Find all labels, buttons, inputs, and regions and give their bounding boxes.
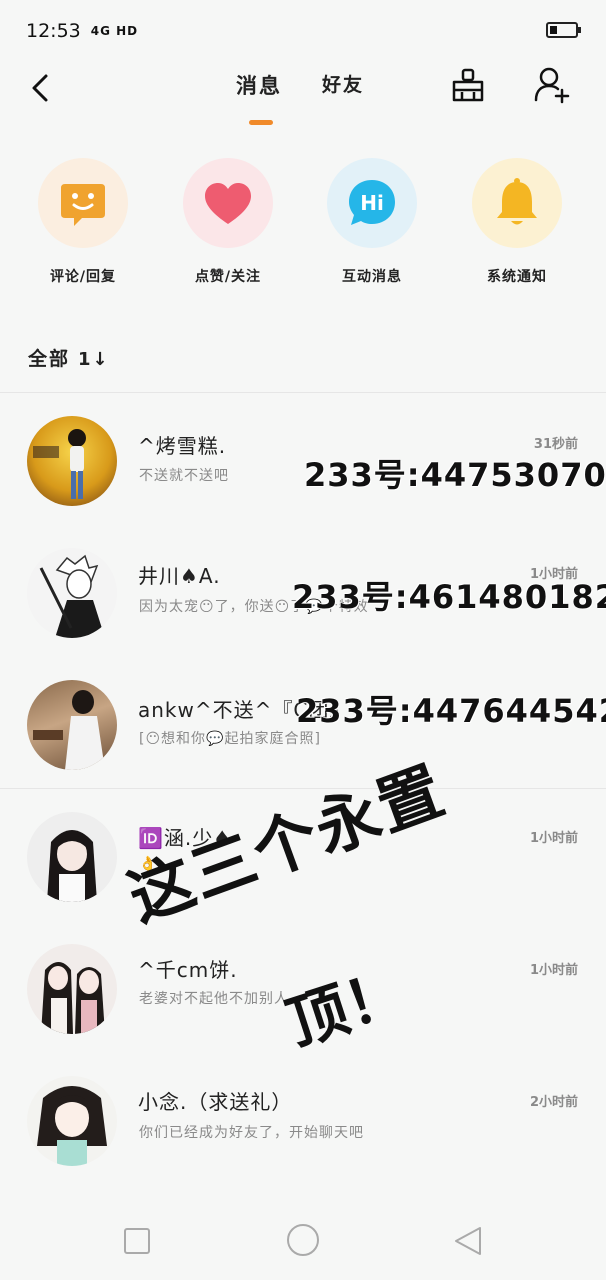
message-time: 1小时前 — [529, 963, 578, 978]
tab-messages[interactable]: 消息 — [236, 70, 282, 100]
battery-icon — [546, 22, 581, 38]
hi-icon: Hi — [327, 158, 417, 248]
message-preview: 老婆对不起他不加别人 — [139, 991, 289, 1007]
system-nav-bar — [0, 1198, 606, 1280]
svg-text:Hi: Hi — [360, 191, 384, 215]
shortcut-comments[interactable]: 评论/回复 — [23, 158, 143, 286]
avatar — [27, 944, 117, 1034]
chevron-left-icon — [32, 74, 48, 102]
tab-friends[interactable]: 好友 — [322, 70, 364, 97]
avatar — [27, 548, 117, 638]
shortcut-likes[interactable]: 点赞/关注 — [168, 158, 288, 286]
message-preview: 你们已经成为好友了，开始聊天吧 — [139, 1125, 364, 1141]
shortcut-label: 系统通知 — [487, 269, 547, 285]
add-friend-button[interactable] — [532, 64, 572, 106]
home-button[interactable] — [287, 1224, 319, 1256]
contact-name: ^千cm饼. — [138, 958, 238, 982]
recent-apps-button[interactable] — [124, 1228, 150, 1254]
add-user-icon — [534, 67, 570, 104]
message-preview: 不送就不送吧 — [139, 468, 229, 484]
shortcut-interactions[interactable]: Hi 互动消息 — [312, 158, 432, 286]
shortcut-system[interactable]: 系统通知 — [457, 158, 577, 286]
contact-name: ^烤雪糕. — [138, 434, 227, 458]
filter-all-button[interactable]: 全部 1↓ — [28, 344, 110, 371]
comment-icon — [38, 158, 128, 248]
overlay-id-text: 233号:461480182 — [292, 578, 606, 616]
signal-icon: 4G HD — [90, 24, 139, 38]
overlay-id-text: 233号:447530709 — [304, 456, 606, 494]
status-time: 12:53 — [26, 20, 81, 42]
clear-unread-button[interactable] — [448, 66, 488, 106]
bell-icon — [472, 158, 562, 248]
message-time: 2小时前 — [529, 1095, 578, 1110]
shortcut-label: 评论/回复 — [49, 269, 117, 285]
message-categories: 评论/回复 点赞/关注 Hi 互动消息 系统通知 — [0, 158, 606, 298]
top-nav: 消息 好友 — [0, 62, 606, 138]
message-item[interactable]: 小念.（求送礼） 你们已经成为好友了，开始聊天吧 2小时前 — [0, 1058, 606, 1190]
avatar — [27, 812, 117, 902]
avatar — [27, 1076, 117, 1166]
section-title: 全部 — [28, 348, 71, 370]
shortcut-label: 点赞/关注 — [194, 269, 262, 285]
heart-icon — [183, 158, 273, 248]
contact-name: 井川♠A. — [138, 564, 221, 588]
shortcut-label: 互动消息 — [342, 269, 402, 285]
message-preview: [😶想和你💬起拍家庭合照] — [139, 731, 321, 747]
divider — [0, 392, 606, 393]
contact-name: 小念.（求送礼） — [138, 1090, 293, 1114]
status-bar: 12:53 4G HD — [0, 0, 606, 62]
avatar — [27, 680, 117, 770]
active-tab-indicator — [249, 120, 273, 125]
message-time: 1小时前 — [529, 831, 578, 846]
avatar — [27, 416, 117, 506]
broom-icon — [452, 68, 484, 102]
back-triangle-icon[interactable] — [452, 1226, 484, 1256]
overlay-id-text: 233号:447644542 — [296, 692, 606, 730]
back-button[interactable] — [22, 68, 62, 108]
sort-icon: 1↓ — [78, 349, 110, 370]
